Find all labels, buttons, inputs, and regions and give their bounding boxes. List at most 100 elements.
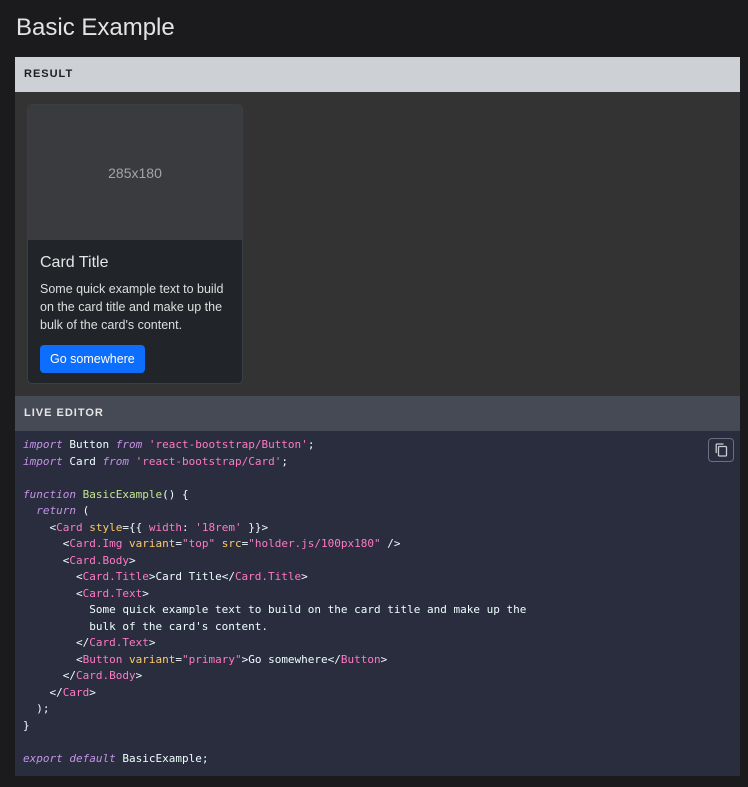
code-token: :: [182, 520, 196, 534]
code-line: bulk of the card's content.: [23, 619, 526, 636]
page-title: Basic Example: [16, 14, 175, 41]
result-header: RESULT: [15, 57, 740, 92]
card-title: Card Title: [40, 254, 109, 271]
code-token: (: [76, 504, 90, 517]
code-token: 'react-bootstrap/Card': [129, 454, 282, 468]
go-somewhere-button[interactable]: Go somewhere: [40, 345, 145, 373]
code-token: >: [148, 636, 156, 649]
card-body: Card Title Some quick example text to bu…: [28, 240, 242, 383]
code-token: function: [23, 487, 76, 501]
code-line: <Card.Title>Card Title</Card.Title>: [23, 569, 526, 586]
code-token: "top": [181, 537, 216, 550]
code-line: }: [23, 718, 526, 735]
code-token: <: [23, 553, 70, 567]
code-token: Card.Text: [82, 586, 143, 600]
code-token: Button: [62, 438, 116, 451]
code-line: Some quick example text to build on the …: [23, 602, 526, 619]
live-editor[interactable]: import Button from 'react-bootstrap/Butt…: [15, 431, 740, 776]
code-token: from: [115, 438, 143, 451]
code-token: Some quick example text to build on the …: [23, 603, 527, 616]
code-token: bulk of the card's content.: [23, 619, 269, 633]
code-token: variant: [128, 652, 176, 666]
card-text: Some quick example text to build on the …: [40, 282, 224, 332]
code-line: import Button from 'react-bootstrap/Butt…: [23, 437, 526, 454]
code-token: >Card Title</: [148, 570, 235, 583]
code-token: "holder.js/100px180": [248, 537, 381, 550]
code-token: style: [89, 520, 123, 534]
code-token: ;: [307, 438, 315, 451]
code-token: <: [23, 586, 83, 600]
code-token: Card: [56, 520, 83, 534]
code-token: Card: [62, 454, 103, 468]
code-token: width: [148, 520, 182, 534]
page: Basic Example RESULT 285x180 Card Title …: [0, 0, 748, 787]
code-token: </: [23, 685, 63, 699]
card-image-placeholder: 285x180: [28, 105, 242, 240]
code-token: );: [23, 702, 50, 715]
code-token: >: [135, 669, 143, 682]
code-token: from: [102, 454, 130, 468]
code-line: <Card.Body>: [23, 553, 526, 570]
code-token: export: [23, 751, 63, 765]
code-token: <: [23, 520, 57, 534]
code-token: }: [23, 718, 30, 732]
code-token: >: [89, 685, 96, 699]
code-token: '18rem': [195, 520, 242, 534]
code-editor-text[interactable]: import Button from 'react-bootstrap/Butt…: [23, 437, 526, 767]
code-token: Card.Img: [69, 537, 123, 550]
code-line: <Card style={{ width: '18rem' }}>: [23, 520, 526, 537]
copy-button[interactable]: [708, 438, 734, 462]
copy-icon: [715, 443, 727, 457]
code-token: BasicExample;: [115, 751, 209, 765]
code-token: Card.Body: [69, 553, 129, 567]
code-token: "primary": [181, 652, 242, 666]
code-token: ;: [281, 454, 288, 468]
code-token: Card.Title: [82, 570, 149, 583]
code-token: </: [23, 669, 76, 682]
code-token: =: [175, 537, 182, 550]
code-line: );: [23, 701, 526, 718]
code-line: <Button variant="primary">Go somewhere</…: [23, 652, 526, 669]
code-token: >Go somewhere</: [241, 652, 341, 666]
code-token: import: [23, 454, 63, 468]
code-token: BasicExample: [82, 487, 163, 501]
code-token: <: [23, 537, 70, 550]
code-token: 'react-bootstrap/Button': [142, 438, 308, 451]
code-token: Card.Title: [234, 570, 302, 583]
card-image-text: 285x180: [108, 164, 162, 181]
code-token: () {: [162, 487, 189, 501]
code-token: Button: [82, 652, 123, 666]
code-line: <Card.Img variant="top" src="holder.js/1…: [23, 536, 526, 553]
code-token: >: [301, 570, 308, 583]
code-token: />: [380, 537, 401, 550]
code-token: import: [23, 438, 63, 451]
code-token: >: [128, 553, 136, 567]
code-line: function BasicExample() {: [23, 487, 526, 504]
code-token: <: [23, 652, 83, 666]
code-token: >: [142, 586, 149, 600]
code-token: variant: [128, 537, 176, 550]
code-token: </: [23, 636, 90, 649]
code-line: </Card>: [23, 685, 526, 702]
code-token: Button: [340, 652, 381, 666]
code-token: return: [36, 504, 76, 517]
code-token: Card.Text: [89, 636, 149, 649]
code-line: import Card from 'react-bootstrap/Card';: [23, 454, 526, 471]
code-token: Card: [62, 685, 90, 699]
live-editor-header: LIVE EDITOR: [15, 396, 740, 431]
code-token: src: [221, 537, 242, 550]
result-preview: 285x180 Card Title Some quick example te…: [15, 92, 740, 396]
code-token: default: [69, 751, 116, 765]
code-line: <Card.Text>: [23, 586, 526, 603]
code-token: ={{: [122, 520, 149, 534]
code-line: </Card.Body>: [23, 668, 526, 685]
code-token: =: [175, 652, 182, 666]
code-line: export default BasicExample;: [23, 751, 526, 768]
code-token: Card.Body: [75, 669, 136, 682]
code-token: <: [23, 570, 83, 583]
